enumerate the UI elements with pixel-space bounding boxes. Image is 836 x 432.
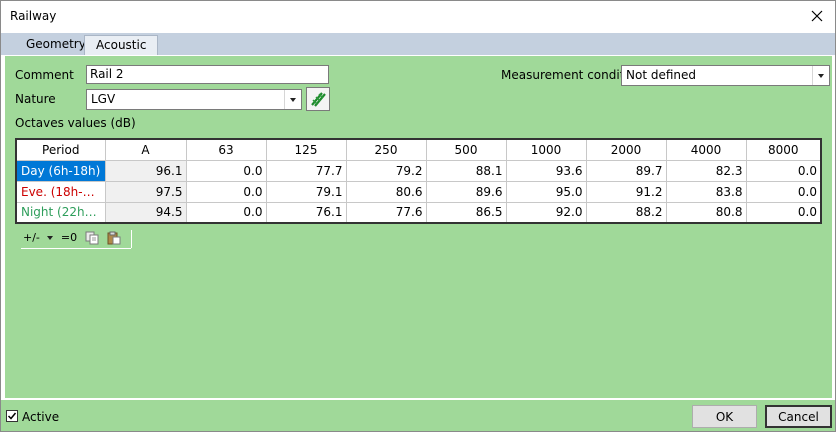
table-cell[interactable]: 0.0 <box>745 159 822 182</box>
table-cell[interactable]: 89.6 <box>425 180 507 203</box>
table-cell[interactable]: 76.1 <box>265 201 347 224</box>
table-cell[interactable]: 80.6 <box>345 180 427 203</box>
header-8000[interactable]: 8000 <box>745 138 822 161</box>
set-zero-button[interactable]: =0 <box>59 231 79 244</box>
copy-button[interactable] <box>83 231 101 245</box>
table-cell[interactable]: 82.3 <box>665 159 747 182</box>
header-2000[interactable]: 2000 <box>585 138 667 161</box>
header-a[interactable]: A <box>104 138 187 161</box>
active-checkbox[interactable] <box>6 410 18 422</box>
table-cell[interactable]: 0.0 <box>185 159 267 182</box>
paste-icon <box>107 231 121 244</box>
octaves-label: Octaves values (dB) <box>15 116 136 130</box>
window-title: Railway <box>10 9 57 23</box>
active-label: Active <box>22 410 60 424</box>
table-cell[interactable]: 96.1 <box>104 159 187 182</box>
comment-field[interactable]: Rail 2 <box>86 65 329 84</box>
table-row-night: Night (22h-6... 94.5 0.0 76.1 77.6 86.5 … <box>15 201 822 224</box>
measurement-dropdown-arrow[interactable] <box>812 66 829 85</box>
table-cell[interactable]: 77.6 <box>345 201 427 224</box>
measurement-condition-select[interactable]: Not defined <box>621 65 830 86</box>
nature-label: Nature <box>15 92 56 106</box>
measurement-condition-value: Not defined <box>626 68 697 82</box>
octaves-grid: Period A 63 125 250 500 1000 2000 4000 8… <box>15 138 822 224</box>
header-63[interactable]: 63 <box>185 138 267 161</box>
chevron-down-icon <box>818 73 824 78</box>
chevron-down-icon <box>290 97 296 102</box>
grid-header-row: Period A 63 125 250 500 1000 2000 4000 8… <box>15 138 822 161</box>
title-bar: Railway <box>1 1 835 32</box>
period-cell-day[interactable]: Day (6h-18h) <box>15 159 106 182</box>
table-cell[interactable]: 0.0 <box>745 180 822 203</box>
table-cell[interactable]: 83.8 <box>665 180 747 203</box>
nature-dropdown-arrow[interactable] <box>284 90 301 109</box>
table-cell[interactable]: 91.2 <box>585 180 667 203</box>
table-row-evening: Eve. (18h-2... 97.5 0.0 79.1 80.6 89.6 9… <box>15 180 822 203</box>
comment-label: Comment <box>15 68 74 82</box>
paste-button[interactable] <box>105 231 123 245</box>
close-button[interactable] <box>803 3 831 29</box>
period-cell-night[interactable]: Night (22h-6... <box>15 201 106 224</box>
table-cell[interactable]: 92.0 <box>505 201 587 224</box>
railway-dialog: Railway Geometry Acoustic Comment Rail 2… <box>0 0 836 432</box>
table-cell[interactable]: 94.5 <box>104 201 187 224</box>
plus-minus-button[interactable]: +/- <box>21 231 55 244</box>
copy-icon <box>85 231 99 244</box>
header-4000[interactable]: 4000 <box>665 138 747 161</box>
nature-pick-button[interactable] <box>306 87 330 111</box>
table-cell[interactable]: 97.5 <box>104 180 187 203</box>
checkmark-icon <box>7 412 17 420</box>
ok-button[interactable]: OK <box>692 405 757 428</box>
table-cell[interactable]: 86.5 <box>425 201 507 224</box>
table-row-day: Day (6h-18h) 96.1 0.0 77.7 79.2 88.1 93.… <box>15 159 822 182</box>
cancel-button[interactable]: Cancel <box>765 405 832 428</box>
nature-select[interactable]: LGV <box>86 89 302 110</box>
tab-acoustic[interactable]: Acoustic <box>84 35 159 55</box>
nature-select-value: LGV <box>91 92 116 106</box>
period-cell-evening[interactable]: Eve. (18h-2... <box>15 180 106 203</box>
table-cell[interactable]: 0.0 <box>185 201 267 224</box>
table-cell[interactable]: 88.2 <box>585 201 667 224</box>
header-500[interactable]: 500 <box>425 138 507 161</box>
table-cell[interactable]: 0.0 <box>745 201 822 224</box>
table-cell[interactable]: 77.7 <box>265 159 347 182</box>
header-1000[interactable]: 1000 <box>505 138 587 161</box>
chevron-down-icon <box>46 235 53 240</box>
table-cell[interactable]: 88.1 <box>425 159 507 182</box>
railway-icon <box>311 92 326 107</box>
table-cell[interactable]: 80.8 <box>665 201 747 224</box>
grid-toolbar: +/- =0 <box>21 229 131 249</box>
header-250[interactable]: 250 <box>345 138 427 161</box>
plus-minus-label: +/- <box>23 231 40 244</box>
table-cell[interactable]: 93.6 <box>505 159 587 182</box>
table-cell[interactable]: 79.1 <box>265 180 347 203</box>
close-icon <box>811 10 823 22</box>
table-cell[interactable]: 79.2 <box>345 159 427 182</box>
header-period[interactable]: Period <box>15 138 106 161</box>
tab-strip: Geometry Acoustic <box>1 33 835 55</box>
table-cell[interactable]: 89.7 <box>585 159 667 182</box>
header-125[interactable]: 125 <box>265 138 347 161</box>
toolbar-divider <box>131 230 132 248</box>
table-cell[interactable]: 0.0 <box>185 180 267 203</box>
table-cell[interactable]: 95.0 <box>505 180 587 203</box>
